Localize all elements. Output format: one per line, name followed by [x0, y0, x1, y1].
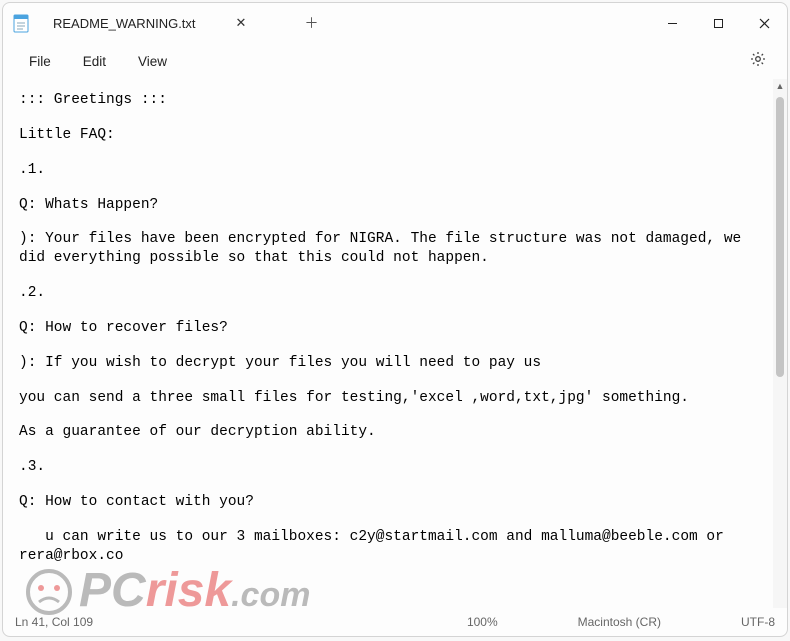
titlebar: README_WARNING.txt ✕ ＋ — [3, 3, 787, 43]
scroll-thumb[interactable] — [776, 97, 784, 377]
encoding: UTF-8 — [741, 615, 775, 629]
text-line: As a guarantee of our decryption ability… — [19, 423, 757, 442]
text-line: Q: How to contact with you? — [19, 493, 757, 512]
text-line: .2. — [19, 284, 757, 303]
zoom-level: 100% — [467, 615, 498, 629]
menubar: File Edit View — [3, 43, 787, 79]
text-line: ): Your files have been encrypted for NI… — [19, 230, 757, 268]
editor-wrap: ::: Greetings ::: Little FAQ: .1. Q: Wha… — [3, 79, 787, 608]
text-line: Q: How to recover files? — [19, 319, 757, 338]
close-window-button[interactable] — [741, 7, 787, 39]
new-tab-button[interactable]: ＋ — [304, 13, 318, 33]
text-line: .3. — [19, 458, 757, 477]
settings-button[interactable] — [739, 46, 777, 77]
scroll-up-arrow[interactable]: ▲ — [773, 79, 787, 93]
line-ending: Macintosh (CR) — [578, 615, 661, 629]
minimize-button[interactable] — [649, 7, 695, 39]
window-controls — [649, 7, 787, 39]
text-line: Q: Whats Happen? — [19, 196, 757, 215]
menu-file[interactable]: File — [13, 50, 67, 73]
text-line: Little FAQ: — [19, 126, 757, 145]
tab-title: README_WARNING.txt — [53, 16, 196, 31]
statusbar: Ln 41, Col 109 100% Macintosh (CR) UTF-8 — [3, 608, 787, 636]
menu-edit[interactable]: Edit — [67, 50, 122, 73]
close-tab-icon[interactable]: ✕ — [236, 15, 247, 31]
menu-view[interactable]: View — [122, 50, 183, 73]
text-line: ::: Greetings ::: — [19, 91, 757, 110]
document-tab[interactable]: README_WARNING.txt ✕ — [39, 7, 276, 39]
notepad-app-icon — [13, 13, 29, 33]
text-line: .1. — [19, 161, 757, 180]
text-line: ): If you wish to decrypt your files you… — [19, 354, 757, 373]
notepad-window: README_WARNING.txt ✕ ＋ File Edit View — [2, 2, 788, 637]
text-line: you can send a three small files for tes… — [19, 389, 757, 408]
cursor-position: Ln 41, Col 109 — [15, 615, 93, 629]
text-editor[interactable]: ::: Greetings ::: Little FAQ: .1. Q: Wha… — [3, 79, 773, 608]
text-line: u can write us to our 3 mailboxes: c2y@s… — [19, 528, 757, 566]
maximize-button[interactable] — [695, 7, 741, 39]
vertical-scrollbar[interactable]: ▲ — [773, 79, 787, 608]
gear-icon — [749, 50, 767, 68]
